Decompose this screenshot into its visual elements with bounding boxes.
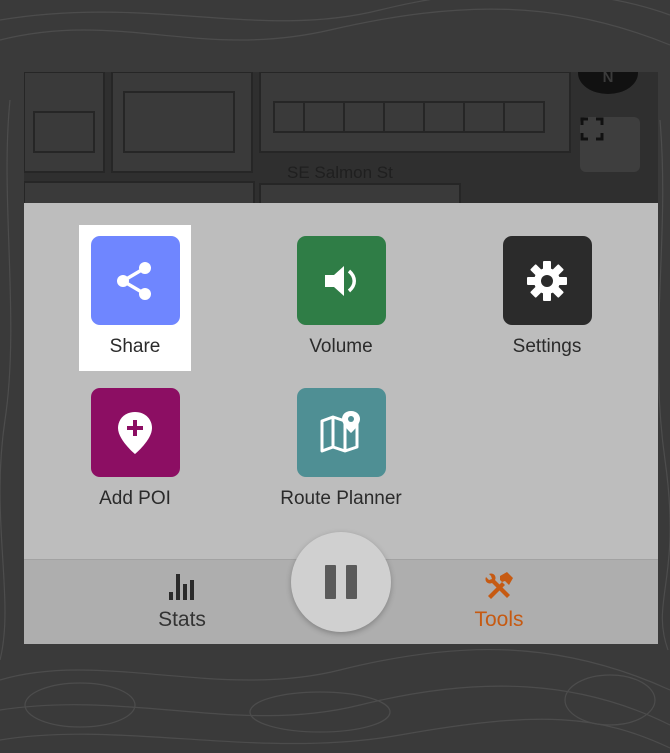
map-route-icon xyxy=(320,410,360,452)
pause-icon xyxy=(325,565,357,599)
tools-panel: Share Volume Settings Add POI Route Plan… xyxy=(24,203,658,559)
add-poi-tile[interactable] xyxy=(90,388,180,477)
route-planner-tile[interactable] xyxy=(296,388,386,477)
tools-icon xyxy=(485,572,513,599)
tool-label: Route Planner xyxy=(280,488,402,509)
tool-volume[interactable]: Volume xyxy=(285,225,397,371)
nav-stats-label: Stats xyxy=(158,608,206,631)
bar-chart-icon xyxy=(169,574,194,600)
compass-label: N xyxy=(602,72,614,86)
tool-label: Settings xyxy=(512,336,582,357)
nav-tools[interactable]: Tools xyxy=(439,570,559,632)
fullscreen-icon xyxy=(580,117,604,141)
nav-stats[interactable]: Stats xyxy=(122,570,242,632)
gear-icon xyxy=(527,260,567,301)
settings-tile[interactable] xyxy=(502,236,592,325)
nav-tools-label: Tools xyxy=(474,608,524,631)
tool-label: Volume xyxy=(309,336,373,357)
share-icon xyxy=(117,261,151,300)
tool-label: Add POI xyxy=(99,488,171,509)
tool-settings[interactable]: Settings xyxy=(491,225,603,371)
fullscreen-button[interactable] xyxy=(580,117,640,172)
tool-route-planner[interactable]: Route Planner xyxy=(280,377,402,523)
map-pin-plus-icon xyxy=(118,411,152,454)
volume-tile[interactable] xyxy=(296,236,386,325)
tool-add-poi[interactable]: Add POI xyxy=(79,377,191,523)
speaker-icon xyxy=(325,265,356,296)
share-tile[interactable] xyxy=(90,236,180,325)
tool-label: Share xyxy=(109,336,161,357)
map-view[interactable]: N SE Salmon St xyxy=(24,72,658,203)
pause-button[interactable] xyxy=(291,532,391,632)
street-label: SE Salmon St xyxy=(287,163,393,182)
tool-share[interactable]: Share xyxy=(79,225,191,371)
